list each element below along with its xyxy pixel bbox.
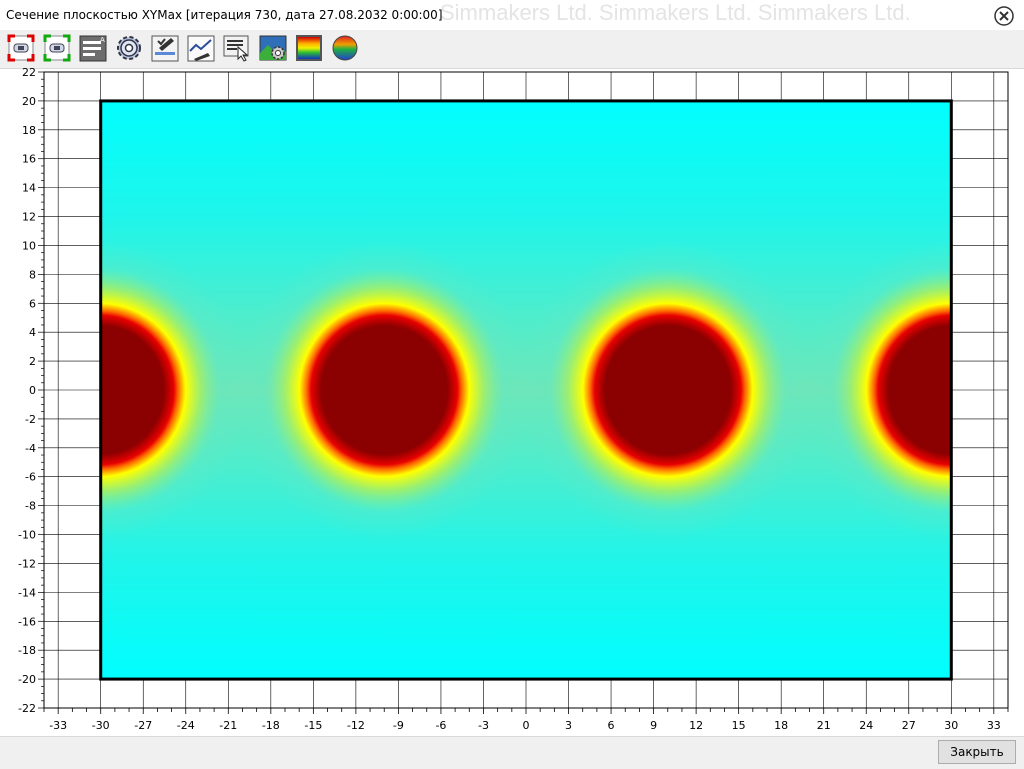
y-tick-label: 16 xyxy=(22,153,36,166)
draw-settings-icon xyxy=(151,35,179,62)
legend-button[interactable]: A xyxy=(78,33,108,63)
heatmap-clip-group xyxy=(100,100,952,680)
y-tick-label: -12 xyxy=(18,557,36,570)
zoom-fit-green-icon xyxy=(43,34,71,62)
y-tick-label: 6 xyxy=(29,297,36,310)
palette-gradient-icon xyxy=(296,35,322,61)
x-tick-label: 15 xyxy=(732,719,746,732)
x-tick-label: 30 xyxy=(944,719,958,732)
x-tick-label: 33 xyxy=(987,719,1001,732)
y-tick-label: -16 xyxy=(18,615,36,628)
image-settings-icon xyxy=(259,35,287,61)
y-tick-label: 18 xyxy=(22,124,36,137)
x-tick-label: 18 xyxy=(774,719,788,732)
plot-area[interactable]: -33 -30 -27 -24 -21 -18 -15 -12 -9 -6 -3 0 3 6 9 12 15 18… xyxy=(0,66,1024,736)
settings-button[interactable] xyxy=(114,33,144,63)
y-tick-label: -14 xyxy=(18,586,36,599)
y-tick-label: 10 xyxy=(22,239,36,252)
zoom-fit-green-button[interactable] xyxy=(42,33,72,63)
y-tick-label: 4 xyxy=(29,326,36,339)
palette-gradient-button[interactable] xyxy=(294,33,324,63)
color-ball-button[interactable] xyxy=(330,33,360,63)
toolbar: A xyxy=(0,30,1024,69)
x-tick-label: -21 xyxy=(219,719,237,732)
gear-icon xyxy=(117,36,141,60)
color-ball-icon xyxy=(332,35,358,61)
legend-icon: A xyxy=(79,35,107,62)
pointer-info-button[interactable] xyxy=(222,33,252,63)
x-tick-label: -30 xyxy=(92,719,110,732)
watermark-text: Simmakers Ltd. Simmakers Ltd. Simmakers … xyxy=(440,0,911,25)
x-tick-label: 24 xyxy=(859,719,873,732)
close-button[interactable]: Закрыть xyxy=(938,740,1016,764)
x-tick-label: 0 xyxy=(523,719,530,732)
y-tick-label: 8 xyxy=(29,268,36,281)
x-tick-label: 27 xyxy=(902,719,916,732)
title-bar: Simmakers Ltd. Simmakers Ltd. Simmakers … xyxy=(0,0,1024,30)
x-tick-label: -15 xyxy=(304,719,322,732)
y-tick-label: 0 xyxy=(29,384,36,397)
svg-text:A: A xyxy=(100,36,105,44)
x-tick-label: -33 xyxy=(49,719,67,732)
pointer-info-icon xyxy=(223,35,249,62)
image-settings-button[interactable] xyxy=(258,33,288,63)
y-tick-label: -4 xyxy=(25,442,36,455)
x-tick-label: 21 xyxy=(817,719,831,732)
y-tick-label: -6 xyxy=(25,471,36,484)
close-window-button[interactable] xyxy=(994,6,1014,26)
x-tick-label: -27 xyxy=(134,719,152,732)
close-icon xyxy=(994,6,1014,26)
x-tick-label: -9 xyxy=(393,719,404,732)
x-tick-label: 3 xyxy=(565,719,572,732)
x-tick-label: -18 xyxy=(262,719,280,732)
x-tick-label: 9 xyxy=(650,719,657,732)
y-tick-label: -18 xyxy=(18,644,36,657)
x-tick-label: -12 xyxy=(347,719,365,732)
x-tick-label: -3 xyxy=(478,719,489,732)
y-tick-label: -2 xyxy=(25,413,36,426)
x-tick-label: -6 xyxy=(435,719,446,732)
chart-settings-button[interactable] xyxy=(186,33,216,63)
y-tick-label: 20 xyxy=(22,95,36,108)
y-tick-label: -22 xyxy=(18,702,36,715)
window-title: Сечение плоскостью XYMax [итерация 730, … xyxy=(6,8,443,22)
zoom-fit-red-icon xyxy=(7,34,35,62)
y-tick-label: 12 xyxy=(22,211,36,224)
heatmap-field xyxy=(99,99,953,681)
hot-spot xyxy=(237,240,531,540)
y-tick-label: -20 xyxy=(18,673,36,686)
y-tick-label: 2 xyxy=(29,355,36,368)
y-tick-label: 22 xyxy=(22,68,36,79)
y-tick-label: -10 xyxy=(18,529,36,542)
hot-spot xyxy=(521,240,815,540)
draw-settings-button[interactable] xyxy=(150,33,180,63)
y-tick-label: 14 xyxy=(22,182,36,195)
x-tick-label: 6 xyxy=(608,719,615,732)
zoom-fit-red-button[interactable] xyxy=(6,33,36,63)
x-tick-label: 12 xyxy=(689,719,703,732)
y-tick-label: -8 xyxy=(25,500,36,513)
footer-bar: Закрыть xyxy=(0,736,1024,769)
x-tick-label: -24 xyxy=(177,719,195,732)
chart-settings-icon xyxy=(187,35,215,62)
cross-section-plot[interactable]: -33 -30 -27 -24 -21 -18 -15 -12 -9 -6 -3 0 3 6 9 12 15 18… xyxy=(0,66,1024,736)
